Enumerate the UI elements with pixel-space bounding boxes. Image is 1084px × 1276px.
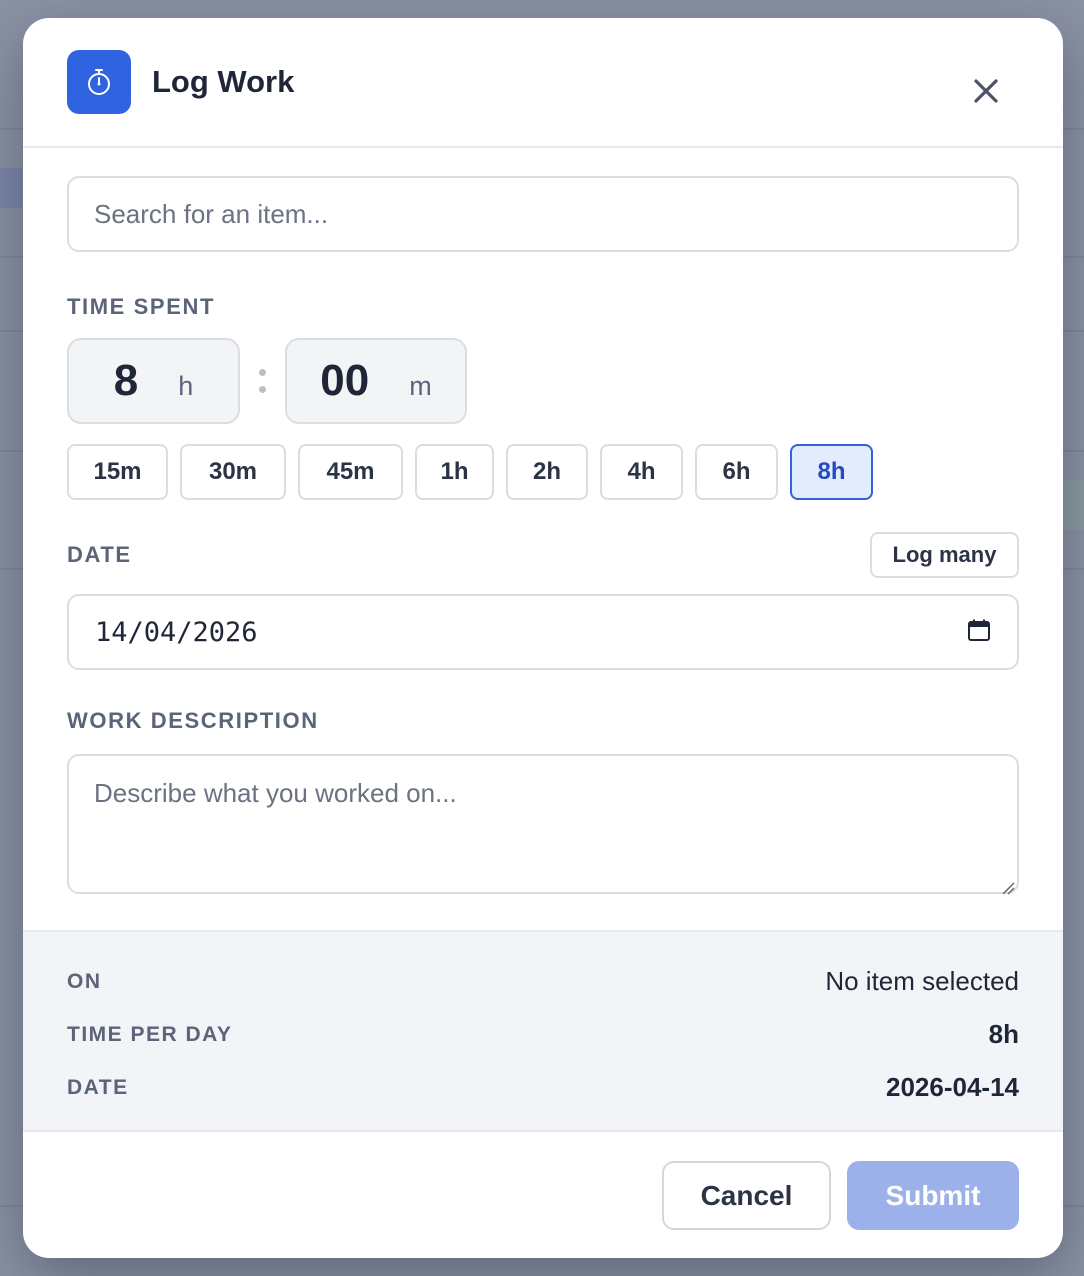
summary-date-value: 2026-04-14 (886, 1072, 1019, 1102)
hours-unit: h (178, 370, 194, 401)
cancel-button[interactable]: Cancel (662, 1161, 831, 1230)
work-description-textarea[interactable] (67, 754, 1019, 894)
date-input[interactable]: 14/04/2026 (67, 594, 1019, 670)
submit-button[interactable]: Submit (847, 1161, 1019, 1230)
summary-time-value: 8h (988, 1019, 1019, 1049)
summary-on-value: No item selected (825, 966, 1019, 996)
summary-date-label: DATE (67, 1075, 129, 1099)
description-wrapper (67, 734, 1019, 899)
preset-8h-button[interactable]: 8h (790, 444, 873, 500)
minutes-value: 00 (320, 356, 370, 405)
item-search-input[interactable] (67, 176, 1019, 252)
date-label: DATE (67, 542, 132, 567)
hours-input[interactable]: 8 h (67, 338, 240, 424)
bg-chip (0, 168, 22, 208)
hours-value: 8 (113, 356, 139, 405)
work-description-label: WORK DESCRIPTION (67, 708, 319, 733)
preset-30m-button[interactable]: 30m (180, 444, 286, 500)
bg-chip (1063, 480, 1084, 530)
date-value: 14/04/2026 (95, 616, 258, 648)
minutes-unit: m (409, 370, 432, 401)
date-header: DATE Log many (67, 532, 1019, 578)
summary-panel: ON No item selected TIME PER DAY 8h DATE… (23, 930, 1063, 1132)
time-separator (240, 369, 285, 393)
summary-on-label: ON (67, 969, 102, 993)
summary-row-on: ON No item selected (67, 966, 1019, 997)
summary-row-time: TIME PER DAY 8h (67, 1019, 1019, 1050)
minutes-input[interactable]: 00 m (285, 338, 467, 424)
preset-1h-button[interactable]: 1h (415, 444, 494, 500)
preset-4h-button[interactable]: 4h (600, 444, 683, 500)
calendar-icon[interactable] (967, 618, 991, 647)
time-spent-row: 8 h 00 m (67, 338, 1019, 424)
time-spent-label: TIME SPENT (67, 294, 216, 319)
modal-body: TIME SPENT 8 h 00 m 15m 30m 45m 1h 2h 4h… (23, 148, 1063, 899)
modal-title: Log Work (152, 64, 295, 99)
log-many-button[interactable]: Log many (870, 532, 1019, 578)
preset-2h-button[interactable]: 2h (506, 444, 588, 500)
preset-6h-button[interactable]: 6h (695, 444, 778, 500)
preset-45m-button[interactable]: 45m (298, 444, 403, 500)
resize-grip-icon[interactable] (1001, 881, 1015, 895)
summary-row-date: DATE 2026-04-14 (67, 1072, 1019, 1103)
summary-time-label: TIME PER DAY (67, 1022, 233, 1046)
close-icon[interactable] (969, 74, 1003, 108)
stopwatch-icon (67, 50, 131, 114)
preset-15m-button[interactable]: 15m (67, 444, 168, 500)
log-work-modal: Log Work TIME SPENT 8 h 00 m 15m 30m 45m (23, 18, 1063, 1258)
time-presets: 15m 30m 45m 1h 2h 4h 6h 8h (67, 444, 1019, 500)
modal-footer: Cancel Submit (23, 1132, 1063, 1258)
modal-header: Log Work (23, 18, 1063, 148)
